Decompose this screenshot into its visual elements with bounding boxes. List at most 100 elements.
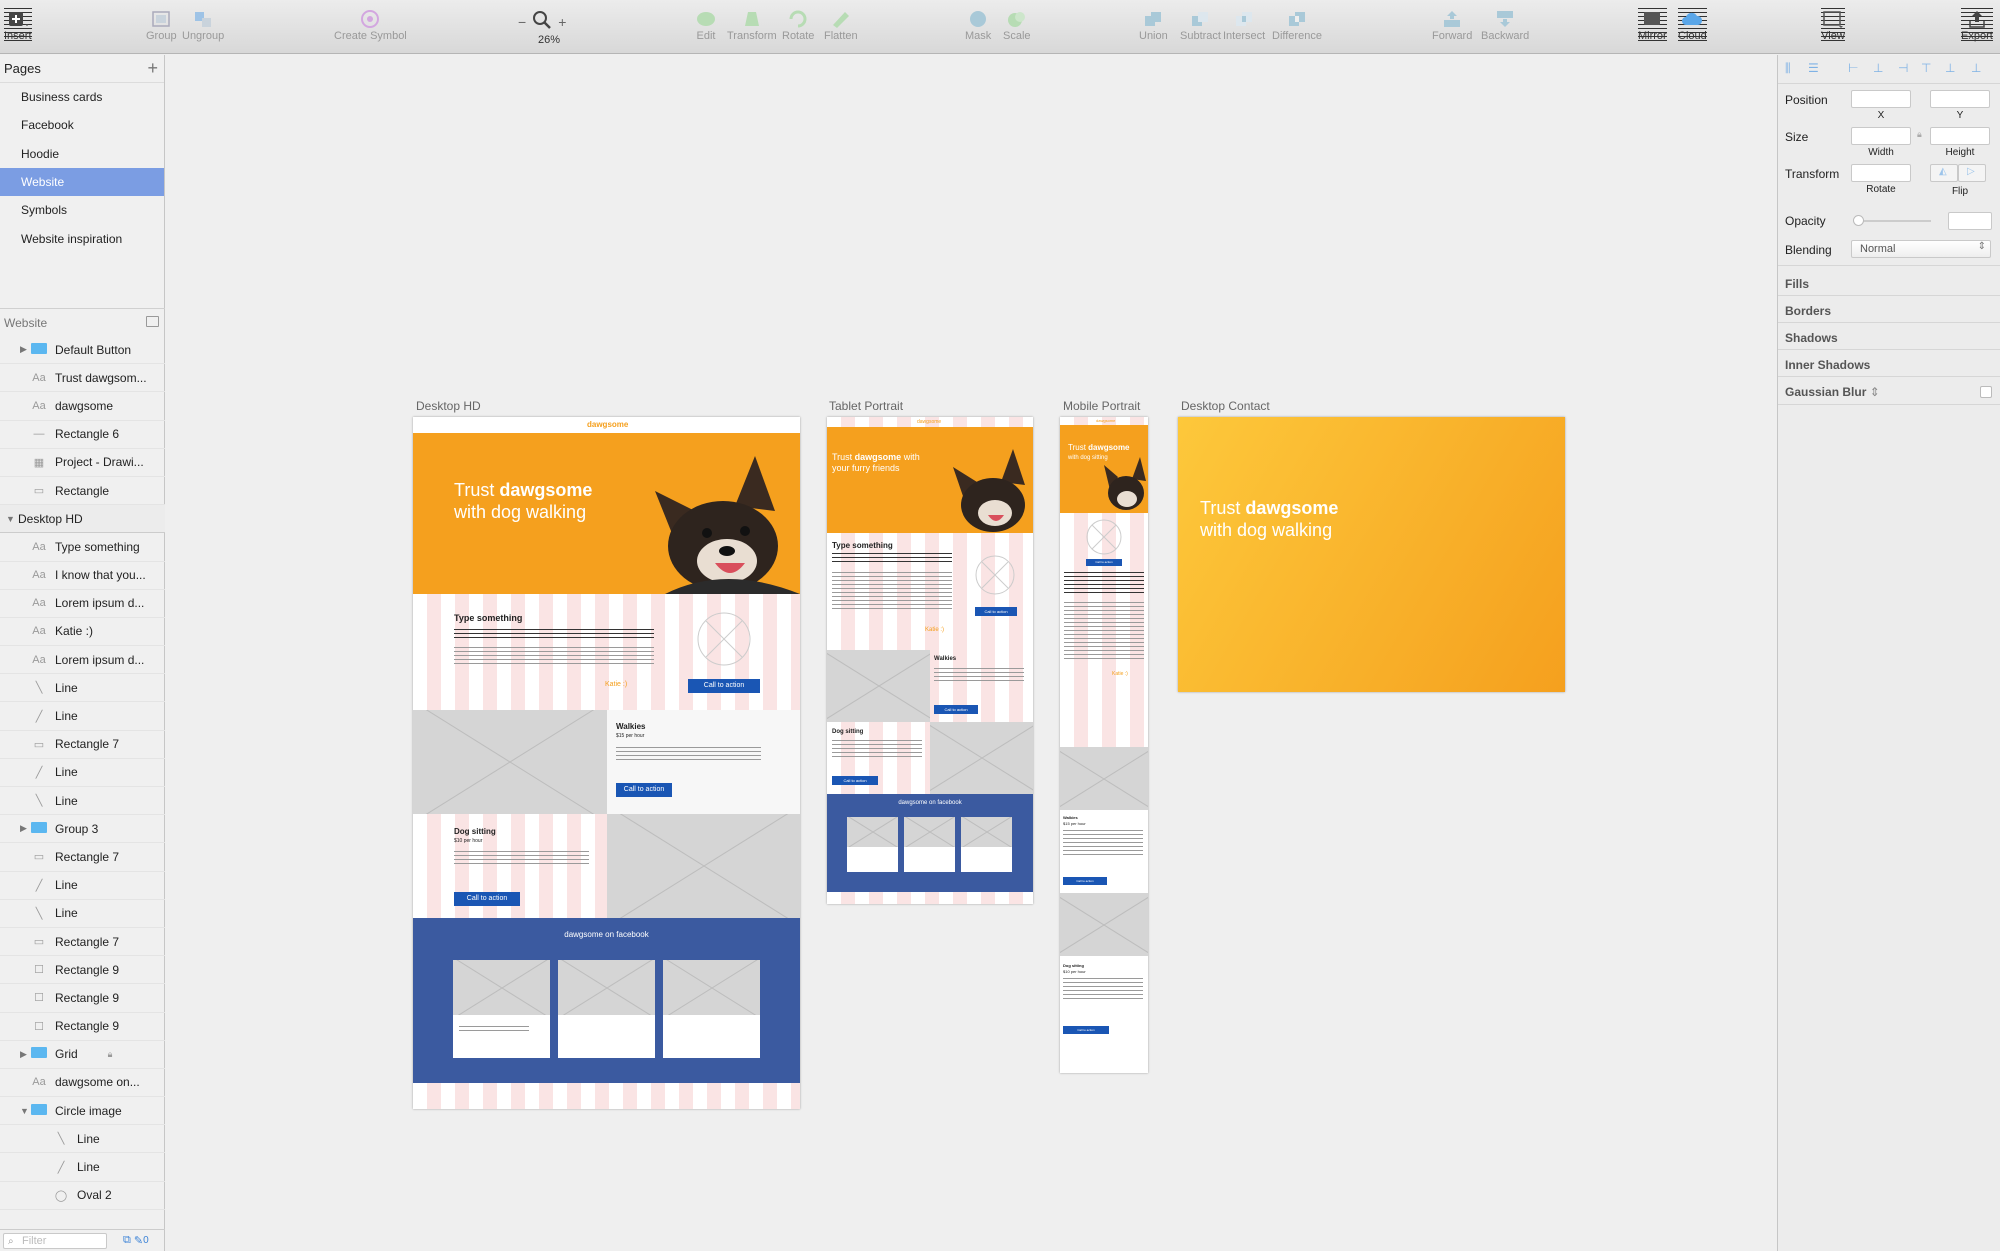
dog-sitting-cta-button[interactable]: Call to action (454, 892, 520, 906)
layer-row[interactable]: Aa Lorem ipsum d... (0, 646, 165, 675)
cta-button[interactable]: Call to action (975, 607, 1017, 616)
walkies-cta-button[interactable]: Call to action (934, 705, 978, 714)
ungroup-button[interactable]: Ungroup (182, 8, 224, 42)
view-button[interactable]: View (1821, 8, 1845, 42)
gaussian-blur-checkbox[interactable] (1980, 386, 1992, 398)
position-y-input[interactable] (1930, 90, 1990, 108)
width-input[interactable] (1851, 127, 1911, 145)
page-item[interactable]: Symbols (0, 196, 164, 224)
chevron-updown-icon[interactable]: ⇕ (1870, 385, 1880, 399)
disclosure-triangle-icon[interactable]: ▶ (20, 1049, 30, 1060)
opacity-input[interactable] (1948, 212, 1992, 230)
opacity-slider[interactable] (1856, 220, 1931, 222)
transform-button[interactable]: Transform (727, 8, 777, 42)
layer-row[interactable]: ☐ Rectangle 9 (0, 1013, 165, 1041)
artboard-label-tablet[interactable]: Tablet Portrait (829, 399, 903, 413)
layer-row[interactable]: ▶ Default Button (0, 336, 165, 365)
zoom-icon[interactable] (532, 10, 552, 33)
layer-row[interactable]: ╲ Line (0, 674, 165, 703)
fills-section[interactable]: Fills (1785, 277, 1809, 291)
artboard-mobile-portrait[interactable]: dawgsome Trust dawgsome with dog sitting… (1060, 417, 1148, 1073)
rotate-button[interactable]: Rotate (782, 8, 814, 42)
walkies-cta-button[interactable]: Call to action (616, 783, 672, 797)
layer-row[interactable]: ╲ Line (0, 900, 165, 928)
layer-row[interactable]: Aa Katie :) (0, 618, 165, 647)
gaussian-blur-section[interactable]: Gaussian Blur ⇕ (1785, 385, 1880, 399)
layer-row[interactable]: ◯ Oval 2 (0, 1182, 165, 1210)
canvas[interactable]: Desktop HD dawgsome Trust dawgsome with … (166, 55, 1776, 1251)
add-page-plus-icon[interactable]: + (147, 58, 158, 79)
artboard-label-contact[interactable]: Desktop Contact (1181, 399, 1270, 413)
zoom-out-button[interactable]: − (518, 14, 526, 30)
artboard-label-mobile[interactable]: Mobile Portrait (1063, 399, 1140, 413)
position-x-input[interactable] (1851, 90, 1911, 108)
export-button[interactable]: Export (1961, 8, 1993, 42)
inner-shadows-section[interactable]: Inner Shadows (1785, 358, 1870, 372)
insert-button[interactable]: Insert (4, 8, 32, 42)
opacity-slider-handle[interactable] (1853, 215, 1864, 226)
page-item[interactable]: Website inspiration (0, 224, 164, 252)
borders-section[interactable]: Borders (1785, 304, 1831, 318)
walkies-cta-button[interactable]: Call to action (1063, 877, 1107, 885)
difference-button[interactable]: Difference (1272, 8, 1322, 42)
disclosure-triangle-icon[interactable]: ▼ (6, 514, 16, 524)
layer-row[interactable]: ╲ Line (0, 1125, 165, 1154)
layer-row[interactable]: Aa Type something (0, 533, 165, 562)
forward-button[interactable]: Forward (1432, 8, 1472, 42)
page-item[interactable]: Website (0, 167, 164, 197)
layer-row[interactable]: ☐ Rectangle 9 (0, 956, 165, 985)
mirror-button[interactable]: Mirror (1638, 8, 1667, 42)
union-button[interactable]: Union (1139, 8, 1168, 42)
mask-button[interactable]: Mask (965, 8, 991, 42)
layer-row[interactable]: ╱ Line (0, 702, 165, 731)
cta-button[interactable]: Call to action (1086, 559, 1122, 566)
scale-button[interactable]: Scale (1003, 8, 1031, 42)
subtract-button[interactable]: Subtract (1180, 8, 1221, 42)
zoom-in-button[interactable]: + (558, 14, 566, 30)
artboard-label-desktop-hd[interactable]: Desktop HD (416, 399, 481, 413)
layer-row[interactable]: ☐ Rectangle 9 (0, 984, 165, 1013)
layer-row[interactable]: ╲ Line (0, 787, 165, 816)
flip-horizontal-button[interactable]: ◭ (1930, 164, 1958, 182)
page-item[interactable]: Facebook (0, 111, 164, 139)
align-center-icon[interactable]: ⊥ (1873, 61, 1887, 75)
layer-row[interactable]: ▭ Rectangle 7 (0, 731, 165, 759)
align-top-icon[interactable]: ⊤ (1921, 61, 1935, 75)
disclosure-triangle-icon[interactable]: ▶ (20, 823, 30, 834)
cloud-button[interactable]: Cloud (1678, 8, 1707, 42)
align-right-icon[interactable]: ⊣ (1898, 61, 1912, 75)
filter-input[interactable]: ⌕ Filter (3, 1232, 107, 1249)
layer-row[interactable]: Aa dawgsome (0, 392, 165, 421)
layer-row[interactable]: ▦ Project - Drawi... (0, 449, 165, 477)
backward-button[interactable]: Backward (1481, 8, 1529, 42)
layer-row[interactable]: ╱ Line (0, 759, 165, 787)
dog-sitting-cta-button[interactable]: Call to action (832, 776, 878, 785)
layer-row[interactable]: ▭ Rectangle 7 (0, 843, 165, 872)
shadows-section[interactable]: Shadows (1785, 331, 1838, 345)
group-button[interactable]: Group (146, 8, 177, 42)
layer-row[interactable]: ▭ Rectangle (0, 477, 165, 506)
layer-row[interactable]: Aa I know that you... (0, 562, 165, 590)
page-item[interactable]: Hoodie (0, 140, 164, 168)
layer-row[interactable]: — Rectangle 6 (0, 421, 165, 449)
create-symbol-button[interactable]: Create Symbol (334, 8, 407, 42)
disclosure-triangle-icon[interactable]: ▼ (20, 1106, 30, 1116)
cta-button[interactable]: Call to action (688, 679, 760, 693)
lock-icon[interactable]: 🔒︎ (108, 1049, 113, 1060)
lock-ratio-icon[interactable]: 🔒︎ (1917, 129, 1922, 140)
align-left-icon[interactable]: ⊢ (1848, 61, 1862, 75)
blending-select[interactable]: Normal ⇕ (1851, 240, 1991, 258)
distribute-vertical-icon[interactable]: ☰ (1808, 61, 1822, 75)
layer-row[interactable]: ╱ Line (0, 872, 165, 900)
artboard-desktop-hd[interactable]: dawgsome Trust dawgsome with dog walking… (413, 417, 800, 1109)
align-bottom-icon[interactable]: ⊥ (1971, 61, 1985, 75)
layer-row[interactable]: Aa Trust dawgsom... (0, 364, 165, 393)
layer-row[interactable]: Aa dawgsome on... (0, 1069, 165, 1098)
flatten-button[interactable]: Flatten (824, 8, 858, 42)
rotate-input[interactable] (1851, 164, 1911, 182)
layer-row[interactable]: ▼ Circle image (0, 1097, 165, 1126)
artboard-tablet-portrait[interactable]: dawgsome Trust dawgsome with your furry … (827, 417, 1033, 904)
layer-row[interactable]: ▶ Grid 🔒︎ (0, 1041, 165, 1069)
page-item[interactable]: Business cards (0, 83, 164, 111)
layer-row[interactable]: ▶ Group 3 (0, 815, 165, 844)
